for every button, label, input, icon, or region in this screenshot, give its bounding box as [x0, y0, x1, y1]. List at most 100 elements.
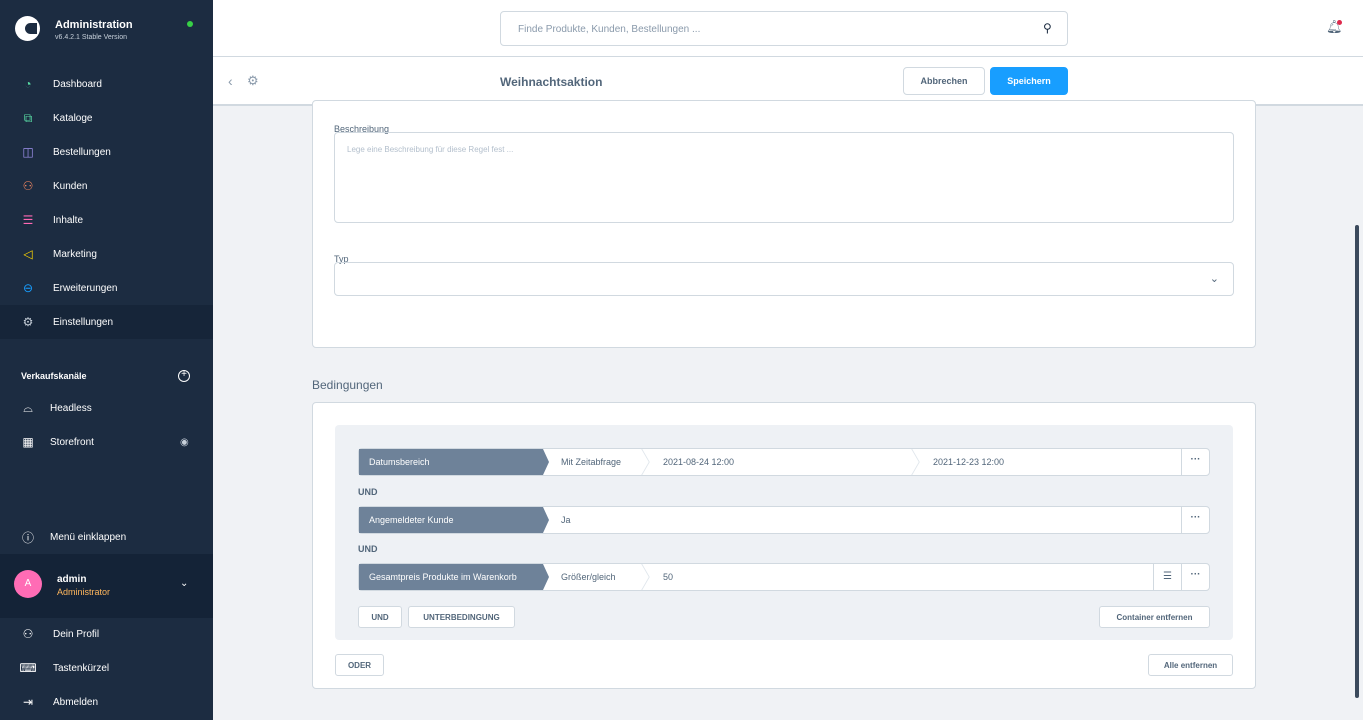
user-role: Administrator [57, 587, 111, 597]
nav-item-content[interactable]: ☰ Inhalte [0, 203, 213, 237]
chevron-left-icon[interactable]: ‹ [228, 73, 233, 89]
channel-label: Storefront [50, 436, 94, 448]
nav-item-dashboard[interactable]: ◔ Dashboard [0, 67, 213, 101]
nav-item-catalog[interactable]: ⧉ Kataloge [0, 101, 213, 135]
nav-item-customers[interactable]: ⚇ Kunden [0, 169, 213, 203]
top-bar: Finde Produkte, Kunden, Bestellungen ...… [213, 0, 1363, 57]
conditions-card: Datumsbereich Mit Zeitabfrage 2021-08-24… [312, 402, 1256, 689]
separator [637, 564, 647, 590]
avatar: A [14, 570, 42, 598]
condition-row[interactable]: Gesamtpreis Produkte im Warenkorb Größer… [358, 563, 1210, 591]
condition-field[interactable]: Angemeldeter Kunde [359, 507, 549, 533]
user-menu-label: Abmelden [53, 696, 99, 708]
search-input[interactable]: Finde Produkte, Kunden, Bestellungen ...… [500, 11, 1068, 46]
user-menu-label: Dein Profil [53, 628, 100, 640]
settings-icon: ⚙ [22, 315, 34, 329]
sidebar: Administration v6.4.2.1 Stable Version ◔… [0, 0, 213, 720]
scrollbar[interactable] [1355, 225, 1359, 698]
keyboard-icon: ⌨ [19, 661, 37, 675]
collapse-menu-button[interactable]: ⓘ Menü einklappen [0, 520, 213, 554]
more-icon[interactable]: ··· [1181, 449, 1209, 475]
search-placeholder: Finde Produkte, Kunden, Bestellungen ... [518, 24, 701, 35]
or-button[interactable]: ODER [335, 654, 384, 676]
brand-version: v6.4.2.1 Stable Version [55, 34, 127, 41]
save-button[interactable]: Speichern [990, 67, 1068, 95]
brand-title: Administration [55, 19, 133, 31]
nav-label: Einstellungen [53, 316, 114, 328]
profile-icon: ⚇ [22, 627, 34, 641]
nav-label: Inhalte [53, 214, 84, 226]
sales-channels-title: Verkaufskanäle [21, 371, 87, 381]
and-button[interactable]: UND [358, 606, 402, 628]
cancel-button[interactable]: Abbrechen [903, 67, 985, 95]
rule-form-card: Beschreibung Lege eine Beschreibung für … [312, 100, 1256, 348]
nav-item-settings[interactable]: ⚙ Einstellungen [0, 305, 213, 339]
plugin-icon: ⊖ [22, 281, 34, 295]
condition-value[interactable]: 2021-08-24 12:00 [663, 449, 734, 475]
catalog-icon: ⧉ [23, 110, 33, 125]
customers-icon: ⚇ [22, 179, 34, 193]
type-select[interactable]: ⌄ [334, 262, 1234, 296]
condition-operator[interactable]: Mit Zeitabfrage [561, 449, 621, 475]
user-menu-logout[interactable]: ⇥ Abmelden [0, 685, 213, 719]
smart-bar: ‹ ⚙ Weihnachtsaktion Abbrechen Speichern [213, 57, 1363, 106]
sales-channel-headless[interactable]: ⌓ Headless [0, 391, 213, 425]
nav-label: Bestellungen [53, 146, 111, 158]
add-sales-channel-icon[interactable]: + [178, 370, 190, 382]
eye-icon[interactable]: ◉ [180, 437, 189, 448]
user-box[interactable]: A admin Administrator ⌄ [0, 554, 213, 618]
storefront-icon: ▦ [22, 435, 34, 449]
shopping-bag-icon: ◫ [22, 145, 34, 159]
chevron-down-icon: ⌄ [1209, 273, 1219, 285]
user-menu-shortcuts[interactable]: ⌨ Tastenkürzel [0, 651, 213, 685]
nav-item-extensions[interactable]: ⊖ Erweiterungen [0, 271, 213, 305]
more-icon[interactable]: ··· [1181, 564, 1209, 590]
subcondition-button[interactable]: UNTERBEDINGUNG [408, 606, 515, 628]
sales-channel-storefront[interactable]: ▦ Storefront ◉ [0, 425, 213, 459]
and-label: UND [358, 544, 378, 554]
filter-icon[interactable]: ☰ [1153, 564, 1181, 590]
nav-label: Kunden [53, 180, 88, 192]
user-menu-profile[interactable]: ⚇ Dein Profil [0, 617, 213, 651]
conditions-heading: Bedingungen [312, 378, 383, 392]
notification-dot [1337, 20, 1342, 25]
nav-item-orders[interactable]: ◫ Bestellungen [0, 135, 213, 169]
basket-icon: ⌓ [23, 400, 33, 415]
collapse-icon: ⓘ [21, 530, 34, 545]
logout-icon: ⇥ [22, 695, 34, 709]
brand-header[interactable]: Administration v6.4.2.1 Stable Version [0, 0, 213, 57]
condition-value[interactable]: 50 [663, 564, 673, 590]
megaphone-icon: ◁ [23, 247, 33, 261]
chevron-down-icon[interactable]: ⌄ [180, 578, 188, 589]
condition-container: Datumsbereich Mit Zeitabfrage 2021-08-24… [335, 425, 1233, 640]
separator [907, 449, 917, 475]
description-placeholder: Lege eine Beschreibung für diese Regel f… [347, 145, 514, 154]
nav-item-marketing[interactable]: ◁ Marketing [0, 237, 213, 271]
and-label: UND [358, 487, 378, 497]
remove-container-button[interactable]: Container entfernen [1099, 606, 1210, 628]
remove-all-button[interactable]: Alle entfernen [1148, 654, 1233, 676]
condition-row[interactable]: Angemeldeter Kunde Ja ··· [358, 506, 1210, 534]
more-icon[interactable]: ··· [1181, 507, 1209, 533]
status-indicator [187, 21, 193, 27]
condition-row[interactable]: Datumsbereich Mit Zeitabfrage 2021-08-24… [358, 448, 1210, 476]
description-field[interactable]: Lege eine Beschreibung für diese Regel f… [334, 132, 1234, 223]
channel-label: Headless [50, 402, 92, 414]
condition-field[interactable]: Datumsbereich [359, 449, 549, 475]
gear-icon: ⚙ [247, 73, 259, 88]
condition-operator[interactable]: Größer/gleich [561, 564, 616, 590]
nav-label: Kataloge [53, 112, 93, 124]
nav-label: Erweiterungen [53, 282, 118, 294]
search-icon[interactable]: ⚲ [1043, 21, 1052, 35]
user-name: admin [57, 574, 87, 585]
condition-value[interactable]: Ja [561, 507, 571, 533]
separator [637, 449, 647, 475]
condition-value[interactable]: 2021-12-23 12:00 [933, 449, 1004, 475]
nav-label: Dashboard [53, 78, 102, 90]
user-menu-label: Tastenkürzel [53, 662, 110, 674]
content-icon: ☰ [22, 213, 34, 227]
shopware-logo [15, 16, 40, 41]
condition-field[interactable]: Gesamtpreis Produkte im Warenkorb [359, 564, 549, 590]
page-title: Weihnachtsaktion [500, 75, 603, 89]
nav-label: Marketing [53, 248, 97, 260]
